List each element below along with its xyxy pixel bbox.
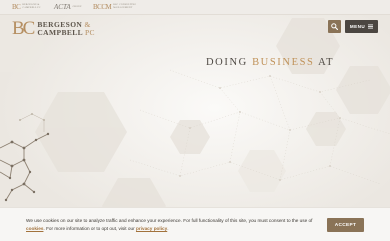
affiliate-bar: BC BERGESON & CAMPBELL PC ACTA GROUP BCC… bbox=[0, 0, 390, 15]
affiliate-bccm-name: BSC CONSULTING MANAGEMENT bbox=[113, 3, 137, 9]
hamburger-icon bbox=[368, 24, 374, 29]
acta-logo-icon: ACTA bbox=[54, 3, 71, 11]
bc-monogram-icon: BC bbox=[12, 18, 35, 39]
cookie-message: We use cookies on our site to analyze tr… bbox=[26, 218, 313, 231]
bccm-logo-icon: BCCM bbox=[93, 3, 112, 11]
search-icon bbox=[331, 23, 338, 30]
menu-button[interactable]: MENU bbox=[345, 20, 378, 33]
cookies-link[interactable]: cookies bbox=[26, 226, 43, 231]
affiliate-bc-link[interactable]: BC BERGESON & CAMPBELL PC bbox=[12, 3, 56, 11]
menu-label: MENU bbox=[349, 24, 366, 29]
logo-wordmark: BERGESON & CAMPBELL PC bbox=[37, 20, 95, 37]
search-button[interactable] bbox=[328, 20, 341, 33]
affiliate-acta-link[interactable]: ACTA GROUP bbox=[54, 3, 87, 11]
site-logo[interactable]: BC BERGESON & CAMPBELL PC bbox=[12, 19, 95, 39]
affiliate-bc-name: BERGESON & CAMPBELL PC bbox=[22, 3, 41, 9]
cookie-banner: We use cookies on our site to analyze tr… bbox=[0, 207, 390, 241]
affiliate-bccm-link[interactable]: BCCM BSC CONSULTING MANAGEMENT bbox=[93, 3, 147, 11]
headline-accent: BUSINESS bbox=[252, 57, 315, 68]
privacy-policy-link[interactable]: privacy policy bbox=[136, 226, 167, 231]
accept-cookies-button[interactable]: ACCEPT bbox=[327, 218, 364, 232]
hero-headline: DOING BUSINESS AT bbox=[206, 57, 335, 68]
affiliate-acta-name: GROUP bbox=[72, 4, 82, 8]
bc-logo-icon: BC bbox=[12, 3, 21, 11]
